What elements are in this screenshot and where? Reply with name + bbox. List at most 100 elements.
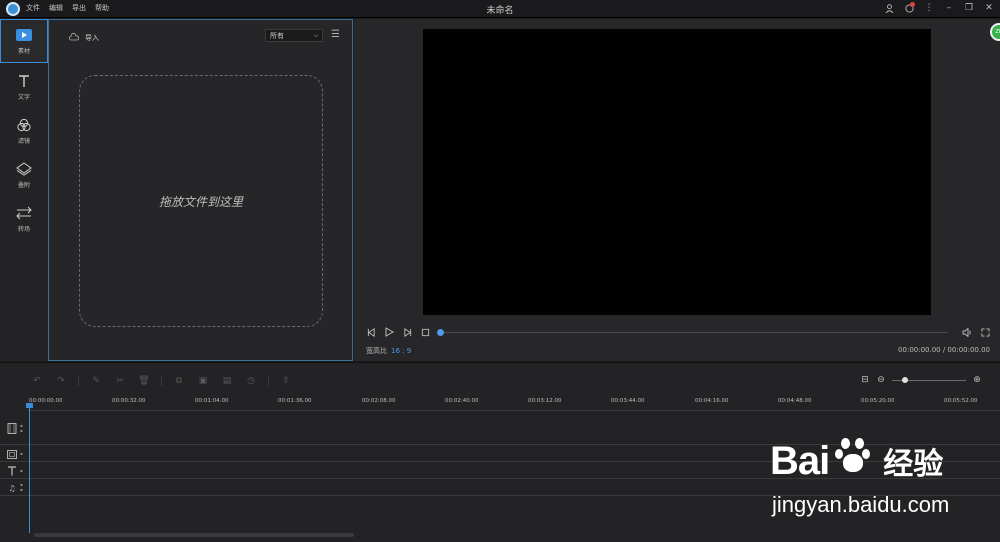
- media-play-icon: [16, 28, 32, 42]
- track-lock-icon[interactable]: ▪ ▪: [20, 423, 26, 433]
- rail-item-label: 叠附: [17, 181, 30, 189]
- import-label: 导入: [85, 33, 99, 42]
- rail-item-label: 文字: [17, 93, 30, 101]
- play-icon[interactable]: [384, 327, 394, 337]
- zoom-out-icon[interactable]: ⊖: [876, 375, 886, 385]
- minimize-icon[interactable]: –: [942, 1, 956, 15]
- window-controls: ⋮ – ❐ ✕: [882, 1, 996, 15]
- timeline-toolbar: ↶ ↷ ✎ ✂ 🗑 ⧉ ▣ ▤ ◷ ⇪: [30, 375, 293, 387]
- toolbar-divider: [161, 376, 162, 386]
- zoom-in-icon[interactable]: ⊕: [972, 375, 982, 385]
- zoom-slider[interactable]: [892, 376, 966, 383]
- window-title: 未命名: [486, 6, 514, 16]
- import-button[interactable]: 导入: [69, 32, 99, 43]
- fullscreen-icon[interactable]: [980, 327, 990, 337]
- timecode: 00:00:00.00 / 00:00:00.00: [898, 346, 990, 354]
- track-lock-icon[interactable]: ▪: [20, 451, 26, 456]
- seek-track[interactable]: [440, 332, 948, 333]
- transport-controls: [366, 327, 430, 337]
- zoom-controls: ⊟ ⊖ ⊕: [860, 375, 982, 385]
- video-track-icon: [6, 422, 18, 434]
- rail-item-media[interactable]: 素材: [0, 19, 48, 63]
- fit-timeline-icon[interactable]: ⊟: [860, 375, 870, 385]
- aspect-ratio-label: 宽高比: [366, 347, 387, 355]
- aspect-ratio[interactable]: 宽高比 16 : 9: [366, 346, 411, 356]
- undo-icon[interactable]: ↶: [30, 375, 44, 387]
- drop-zone[interactable]: 拖放文件到这里: [79, 75, 323, 327]
- left-rail: 素材 文字 滤镜 叠附 转场: [0, 19, 48, 361]
- ruler-tick: 00:01:36.00: [278, 398, 312, 404]
- cut-scissors-icon[interactable]: ✂: [113, 375, 127, 387]
- chevron-down-icon: ⌵: [313, 31, 318, 39]
- menu-bar: 文件 编辑 导出 帮助: [26, 3, 109, 13]
- menu-help[interactable]: 帮助: [95, 3, 109, 13]
- text-track-icon: [6, 466, 18, 476]
- ruler-tick: 00:04:16.00: [695, 398, 729, 404]
- ruler-tick: 00:00:00.00: [29, 398, 63, 404]
- watermark-brand-suffix: 经验: [883, 448, 944, 481]
- speed-clock-icon[interactable]: ◷: [244, 375, 258, 387]
- preview-area: ZH 宽高比 16 : 9 00:00:00.00 / 00:00:00.00: [354, 19, 1000, 361]
- freeze-frame-icon[interactable]: ▤: [220, 375, 234, 387]
- ruler-tick: 00:05:20.00: [861, 398, 895, 404]
- restore-icon[interactable]: ❐: [962, 1, 976, 15]
- rail-item-filter[interactable]: 滤镜: [0, 109, 48, 153]
- rail-item-transition[interactable]: 转场: [0, 197, 48, 241]
- mosaic-icon[interactable]: ▣: [196, 375, 210, 387]
- title-bar: 文件 编辑 导出 帮助 未命名 ⋮ – ❐ ✕: [0, 0, 1000, 18]
- seek-handle[interactable]: [437, 329, 444, 336]
- preview-canvas: [423, 29, 931, 315]
- ruler-tick: 00:04:48.00: [778, 398, 812, 404]
- crop-icon[interactable]: ⧉: [172, 375, 186, 387]
- toolbar-divider: [78, 376, 79, 386]
- avatar[interactable]: ZH: [990, 23, 1000, 41]
- watermark-url: jingyan.baidu.com: [772, 492, 950, 517]
- menu-edit[interactable]: 编辑: [49, 3, 63, 13]
- rail-item-overlay[interactable]: 叠附: [0, 153, 48, 197]
- edit-pencil-icon[interactable]: ✎: [89, 375, 103, 387]
- ruler-tick: 00:03:44.00: [611, 398, 645, 404]
- ruler-tick: 00:01:04.00: [195, 398, 229, 404]
- baidu-watermark: Bai 经验 jingyan.baidu.com: [770, 436, 1000, 536]
- delete-trash-icon[interactable]: 🗑: [137, 375, 151, 387]
- baidu-logo: Bai 经验: [770, 436, 943, 484]
- track-lock-icon[interactable]: ▪ ▪: [20, 482, 26, 492]
- user-icon[interactable]: [882, 1, 896, 15]
- filter-circles-icon: [16, 118, 32, 132]
- paw-icon: [835, 436, 873, 474]
- media-panel: 导入 所有 ⌵ ☰ 拖放文件到这里: [48, 19, 353, 361]
- rail-item-label: 滤镜: [17, 137, 30, 145]
- ruler-tick: 00:05:52.00: [944, 398, 978, 404]
- redo-icon[interactable]: ↷: [54, 375, 68, 387]
- overlay-track-icon: [6, 449, 18, 459]
- filter-value: 所有: [270, 31, 284, 40]
- playhead[interactable]: [29, 405, 30, 533]
- toolbar-divider: [268, 376, 269, 386]
- import-cloud-icon: [69, 32, 79, 43]
- ruler-tick: 00:02:40.00: [445, 398, 479, 404]
- zoom-slider-handle[interactable]: [902, 376, 908, 383]
- rail-item-label: 转场: [17, 225, 30, 233]
- track-lock-icon[interactable]: ▪: [20, 468, 26, 473]
- menu-file[interactable]: 文件: [26, 3, 40, 13]
- rail-item-text[interactable]: 文字: [0, 65, 48, 109]
- volume-icon[interactable]: [962, 327, 972, 337]
- menu-export[interactable]: 导出: [72, 3, 86, 13]
- prev-frame-icon[interactable]: [366, 327, 376, 337]
- app-logo-icon: [6, 2, 20, 16]
- close-icon[interactable]: ✕: [982, 1, 996, 15]
- list-view-icon[interactable]: ☰: [331, 30, 341, 40]
- notification-icon[interactable]: [902, 1, 916, 15]
- media-filter-select[interactable]: 所有 ⌵: [265, 29, 323, 42]
- rail-item-label: 素材: [17, 47, 30, 55]
- more-icon[interactable]: ⋮: [922, 1, 936, 15]
- aspect-ratio-value: 16 : 9: [391, 347, 412, 355]
- next-frame-icon[interactable]: [402, 327, 412, 337]
- stop-icon[interactable]: [420, 327, 430, 337]
- preview-right-controls: [962, 327, 990, 337]
- timeline-ruler[interactable]: 00:00:00.00 00:00:32.00 00:01:04.00 00:0…: [28, 397, 1000, 411]
- timeline-scrollbar[interactable]: [34, 533, 354, 537]
- ruler-tick: 00:00:32.00: [112, 398, 146, 404]
- text-t-icon: [16, 74, 32, 88]
- export-share-icon[interactable]: ⇪: [279, 375, 293, 387]
